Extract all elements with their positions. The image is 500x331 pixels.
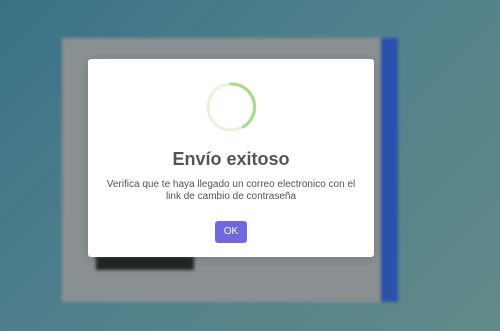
ok-button[interactable]: OK [215,221,247,243]
dialog-message: Verifica que te haya llegado un correo e… [106,179,356,202]
success-spinner-icon [206,82,257,132]
success-dialog: Envío exitoso Verifica que te haya llega… [88,59,374,257]
dialog-title: Envío exitoso [172,149,290,169]
